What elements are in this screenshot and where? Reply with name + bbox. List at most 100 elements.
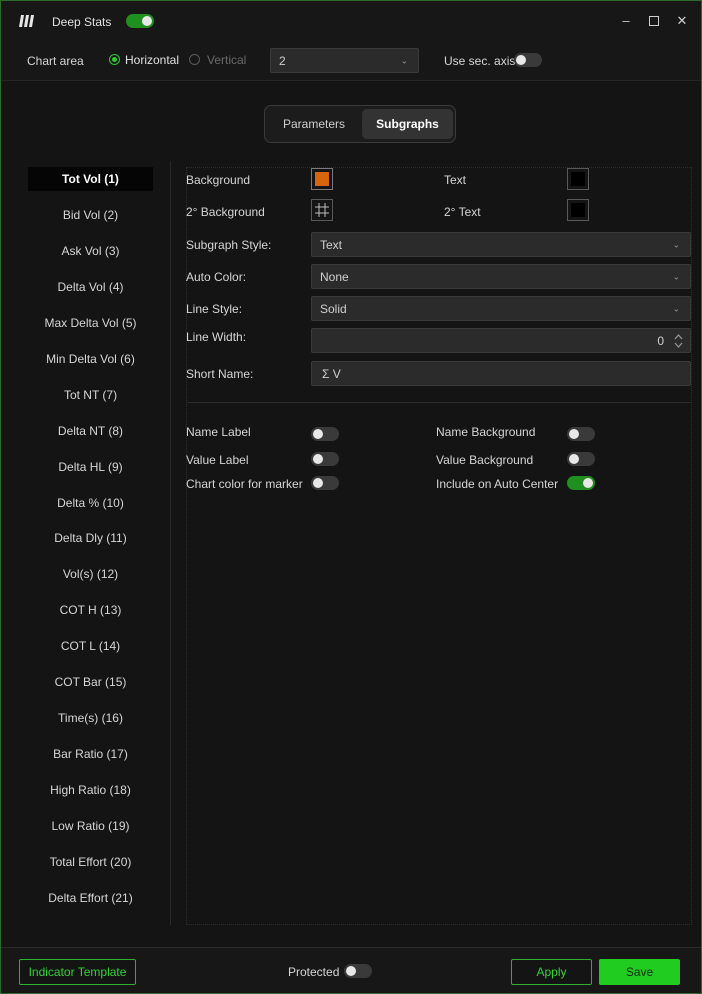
text-color-swatch[interactable] [567,168,589,190]
line-width-label: Line Width: [186,330,247,344]
section-divider [186,402,692,403]
include-auto-center-option: Include on Auto Center [436,477,559,491]
auto-color-select[interactable]: None ⌄ [311,264,691,289]
subgraph-item[interactable]: Time(s) (16) [28,706,153,730]
horizontal-radio-label[interactable]: Horizontal [125,53,179,67]
include-auto-center-toggle[interactable] [567,476,595,490]
vertical-radio-label[interactable]: Vertical [207,53,246,67]
subgraph-item[interactable]: Total Effort (20) [28,850,153,874]
auto-color-label: Auto Color: [186,270,247,284]
horizontal-radio[interactable] [109,54,120,65]
subgraph-item[interactable]: High Ratio (18) [28,778,153,802]
maximize-icon[interactable] [647,13,661,29]
use-sec-axis-toggle[interactable] [514,53,542,67]
subgraph-item[interactable]: Ask Vol (3) [28,239,153,263]
name-background-toggle[interactable] [567,427,595,441]
subgraph-item[interactable]: Tot NT (7) [28,383,153,407]
short-name-label: Short Name: [186,367,254,381]
name-label-toggle[interactable] [311,427,339,441]
grid-transparent-icon [315,203,329,217]
subgraph-item[interactable]: Bar Ratio (17) [28,742,153,766]
subgraph-style-select[interactable]: Text ⌄ [311,232,691,257]
vertical-radio[interactable] [189,54,200,65]
subgraph-item[interactable]: Low Ratio (19) [28,814,153,838]
protected-toggle[interactable] [344,964,372,978]
subgraph-style-label: Subgraph Style: [186,238,272,252]
subgraph-item[interactable]: Max Delta Vol (5) [28,311,153,335]
chart-area-toolbar: Chart area Horizontal Vertical 2 ⌄ Use s… [1,41,701,81]
subgraph-item[interactable]: Bid Vol (2) [28,203,153,227]
subgraph-item[interactable]: Delta Vol (4) [28,275,153,299]
chevron-down-icon: ⌄ [672,303,680,313]
toggle-knob [569,454,579,464]
tab-subgraphs[interactable]: Subgraphs [362,109,453,139]
background-label: Background [186,173,251,187]
line-width-value: 0 [657,334,664,348]
value-label-option: Value Label [186,453,249,467]
toggle-knob [516,55,526,65]
toggle-knob [313,429,323,439]
toggle-knob [569,429,579,439]
toggle-knob [583,478,593,488]
subgraph-item[interactable]: Delta NT (8) [28,419,153,443]
subgraph-item[interactable]: COT L (14) [28,634,153,658]
use-sec-axis-label: Use sec. axis [444,54,516,68]
toggle-knob [313,478,323,488]
dialog-window: Deep Stats – ✕ Chart area Horizontal Ver… [0,0,702,994]
subgraph-item[interactable]: COT H (13) [28,598,153,622]
subgraph-item[interactable]: Min Delta Vol (6) [28,347,153,371]
line-style-label: Line Style: [186,302,243,316]
subgraph-item[interactable]: Delta % (10) [28,491,153,515]
chart-area-select[interactable]: 2 ⌄ [270,48,419,73]
subgraph-item[interactable]: COT Bar (15) [28,670,153,694]
subgraph-item[interactable]: Delta Dly (11) [28,526,153,550]
app-logo-icon [19,15,34,27]
window-title: Deep Stats [52,15,112,29]
chart-area-select-value: 2 [279,53,286,68]
indicator-enabled-toggle[interactable] [126,14,154,28]
stepper-arrows-icon[interactable] [674,333,683,349]
view-tabs: Parameters Subgraphs [264,105,456,143]
short-name-value: Σ V [322,366,341,381]
subgraph-item[interactable]: Tot Vol (1) [28,167,153,191]
subgraph-style-value: Text [320,237,343,252]
chevron-down-icon: ⌄ [672,271,680,281]
value-label-toggle[interactable] [311,452,339,466]
short-name-input[interactable]: Σ V [311,361,691,386]
subgraph-item[interactable]: Delta HL (9) [28,455,153,479]
value-background-option: Value Background [436,453,534,467]
subgraph-item[interactable]: Vol(s) (12) [28,562,153,586]
close-icon[interactable]: ✕ [675,13,689,29]
chart-area-label: Chart area [27,54,84,68]
toggle-knob [142,16,152,26]
value-background-toggle[interactable] [567,452,595,466]
subgraph-item[interactable]: Delta Effort (21) [28,886,153,910]
name-label-option: Name Label [186,425,251,439]
text2-color-label: 2° Text [444,205,481,219]
text-color-label: Text [444,173,467,187]
chevron-down-icon: ⌄ [672,239,680,249]
toggle-knob [313,454,323,464]
background2-color-swatch[interactable] [311,199,333,221]
text2-color-swatch[interactable] [567,199,589,221]
background2-label: 2° Background [186,205,265,219]
protected-label: Protected [288,965,340,979]
text2-color-fill [571,203,585,217]
background-color-swatch[interactable] [311,168,333,190]
indicator-template-button[interactable]: Indicator Template [19,959,136,985]
subgraph-list: Tot Vol (1) Bid Vol (2) Ask Vol (3) Delt… [19,161,171,925]
title-bar: Deep Stats – ✕ [1,1,701,41]
line-style-select[interactable]: Solid ⌄ [311,296,691,321]
chart-color-marker-option: Chart color for marker [186,477,303,491]
line-width-stepper[interactable]: 0 [311,328,691,353]
text-color-fill [571,172,585,186]
chevron-down-icon: ⌄ [400,55,408,65]
chart-color-marker-toggle[interactable] [311,476,339,490]
toggle-knob [346,966,356,976]
save-button[interactable]: Save [599,959,680,985]
auto-color-value: None [320,269,349,284]
minimize-icon[interactable]: – [619,13,633,29]
dialog-footer: Indicator Template Protected Apply Save [1,947,701,993]
tab-parameters[interactable]: Parameters [268,109,360,139]
apply-button[interactable]: Apply [511,959,592,985]
